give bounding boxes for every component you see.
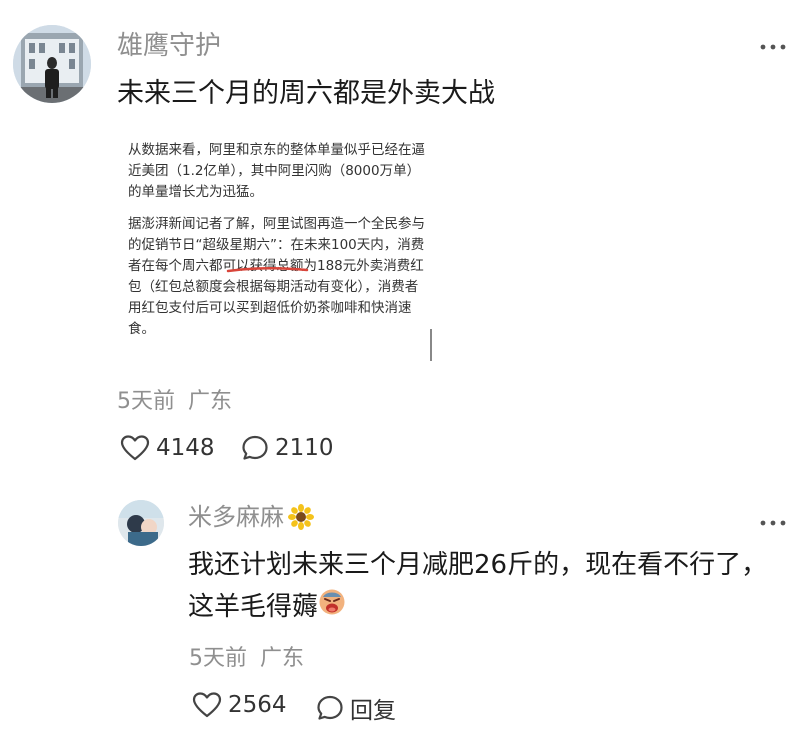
reply-button[interactable]: 回复	[316, 691, 396, 725]
heart-icon	[120, 435, 150, 461]
more-dots-icon[interactable]	[760, 35, 786, 55]
reply-like-count: 2564	[228, 692, 287, 718]
post-text: 未来三个月的周六都是外卖大战	[117, 78, 495, 109]
reply-avatar[interactable]	[118, 500, 164, 546]
comment-count: 2110	[275, 435, 334, 461]
red-underline-mark	[226, 266, 309, 273]
comment-bubble-icon	[242, 435, 268, 460]
comment-bubble-icon	[317, 695, 343, 720]
text-caret-mark	[430, 329, 432, 361]
post-location: 广东	[188, 389, 233, 414]
reply-location: 广东	[260, 646, 305, 671]
reply-avatar-image	[118, 500, 164, 546]
reply-more-dots-icon[interactable]	[760, 511, 786, 531]
quote-paragraph-1: 从数据来看，阿里和京东的整体单量似乎已经在逼近美团（1.2亿单），其中阿里闪购（…	[128, 142, 425, 200]
avatar-image	[13, 25, 91, 103]
reply-username-row[interactable]: 米多麻麻	[188, 503, 314, 531]
post-meta: 5天前 广东	[117, 389, 232, 415]
like-button[interactable]: 4148	[120, 434, 215, 462]
like-count: 4148	[156, 435, 215, 461]
quote-paragraph-2: 据澎湃新闻记者了解，阿里试图再造一个全民参与的促销节日“超级星期六”：在未来10…	[128, 214, 428, 340]
reply-time: 5天前	[189, 646, 247, 671]
reply-text-block: 我还计划未来三个月减肥26斤的，现在看不行了，这羊毛得薅	[188, 544, 778, 629]
quoted-image-text: 从数据来看，阿里和京东的整体单量似乎已经在逼近美团（1.2亿单），其中阿里闪购（…	[128, 140, 428, 351]
crying-face-icon	[318, 587, 346, 629]
post-time: 5天前	[117, 389, 175, 414]
post-username[interactable]: 雄鹰守护	[117, 31, 221, 61]
reply-label: 回复	[350, 698, 396, 724]
reply-text: 我还计划未来三个月减肥26斤的，现在看不行了，这羊毛得薅	[188, 550, 768, 622]
reply-username[interactable]: 米多麻麻	[188, 503, 284, 531]
quote-highlight: “超级星期六”	[195, 237, 278, 253]
avatar[interactable]	[13, 25, 91, 103]
comment-button[interactable]: 2110	[241, 434, 334, 462]
heart-icon	[192, 692, 222, 718]
sunflower-icon	[288, 504, 314, 530]
reply-meta: 5天前 广东	[189, 646, 304, 672]
reply-like-button[interactable]: 2564	[192, 691, 287, 719]
